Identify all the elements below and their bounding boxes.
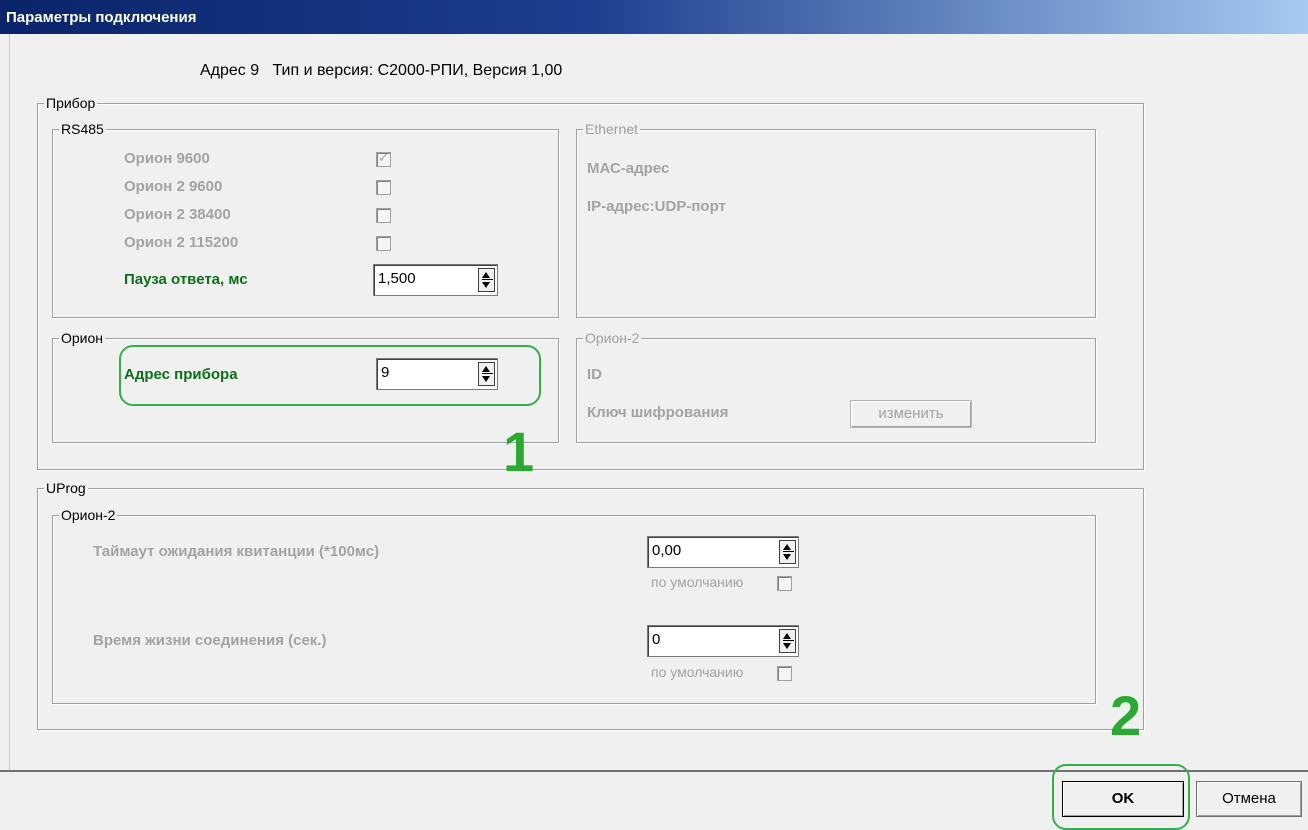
rs485-option-label: Орион 2 38400 [124, 206, 231, 223]
orion2-device-legend: Орион-2 [583, 329, 642, 347]
ethernet-group: Ethernet [576, 120, 1096, 318]
rs485-option-label: Орион 9600 [124, 150, 210, 167]
pause-value: 1,500 [378, 270, 416, 287]
lifetime-spinner[interactable]: 0 [647, 625, 799, 657]
orion2-115200-checkbox[interactable] [376, 236, 391, 251]
window-title: Параметры подключения [6, 9, 197, 26]
id-label: ID [587, 366, 602, 383]
title-bar: Параметры подключения [0, 0, 1308, 34]
spin-arrows-icon[interactable] [779, 540, 796, 564]
timeout-spinner[interactable]: 0,00 [647, 536, 799, 568]
device-info-header: Адрес 9 Тип и версия: С2000-РПИ, Версия … [200, 62, 563, 79]
mac-label: МАС-адрес [587, 160, 670, 177]
rs485-option-label: Орион 2 9600 [124, 178, 223, 195]
encryption-key-label: Ключ шифрования [587, 404, 729, 421]
lifetime-label: Время жизни соединения (сек.) [93, 632, 327, 649]
pause-spinner[interactable]: 1,500 [373, 264, 498, 296]
timeout-value: 0,00 [652, 542, 682, 559]
uprog-orion2-legend: Орион-2 [59, 506, 118, 524]
cancel-button[interactable]: Отмена [1196, 781, 1302, 817]
lifetime-value: 0 [652, 631, 661, 648]
rs485-option-label: Орион 2 115200 [124, 234, 239, 251]
orion2-9600-checkbox[interactable] [376, 180, 391, 195]
annotation-marker-1: 1 [503, 420, 535, 483]
orion2-38400-checkbox[interactable] [376, 208, 391, 223]
device-group-legend: Прибор [44, 94, 98, 112]
spin-arrows-icon[interactable] [779, 629, 796, 653]
lifetime-default-checkbox[interactable] [777, 666, 792, 681]
timeout-default-checkbox[interactable] [777, 576, 792, 591]
uprog-legend: UProg [44, 479, 88, 497]
timeout-default-label: по умолчанию [651, 574, 744, 590]
ethernet-legend: Ethernet [583, 120, 640, 138]
change-key-button[interactable]: изменить [850, 400, 972, 428]
device-address-label: Адрес прибора [124, 366, 238, 383]
rs485-legend: RS485 [59, 120, 106, 138]
ok-button[interactable]: OK [1062, 781, 1184, 817]
spin-arrows-icon[interactable] [478, 362, 495, 386]
device-address-value: 9 [381, 364, 390, 381]
device-address-spinner[interactable]: 9 [376, 358, 498, 390]
orion-legend: Орион [59, 329, 106, 347]
lifetime-default-label: по умолчанию [651, 664, 744, 680]
timeout-label: Таймаут ожидания квитанции (*100мс) [93, 543, 380, 560]
pause-label: Пауза ответа, мс [124, 271, 248, 288]
orion-9600-checkbox[interactable] [376, 150, 391, 167]
spin-arrows-icon[interactable] [478, 268, 495, 292]
ip-port-label: IP-адрес:UDP-порт [587, 198, 726, 215]
orion2-device-group: Орион-2 [576, 329, 1096, 443]
annotation-marker-2: 2 [1110, 684, 1142, 747]
